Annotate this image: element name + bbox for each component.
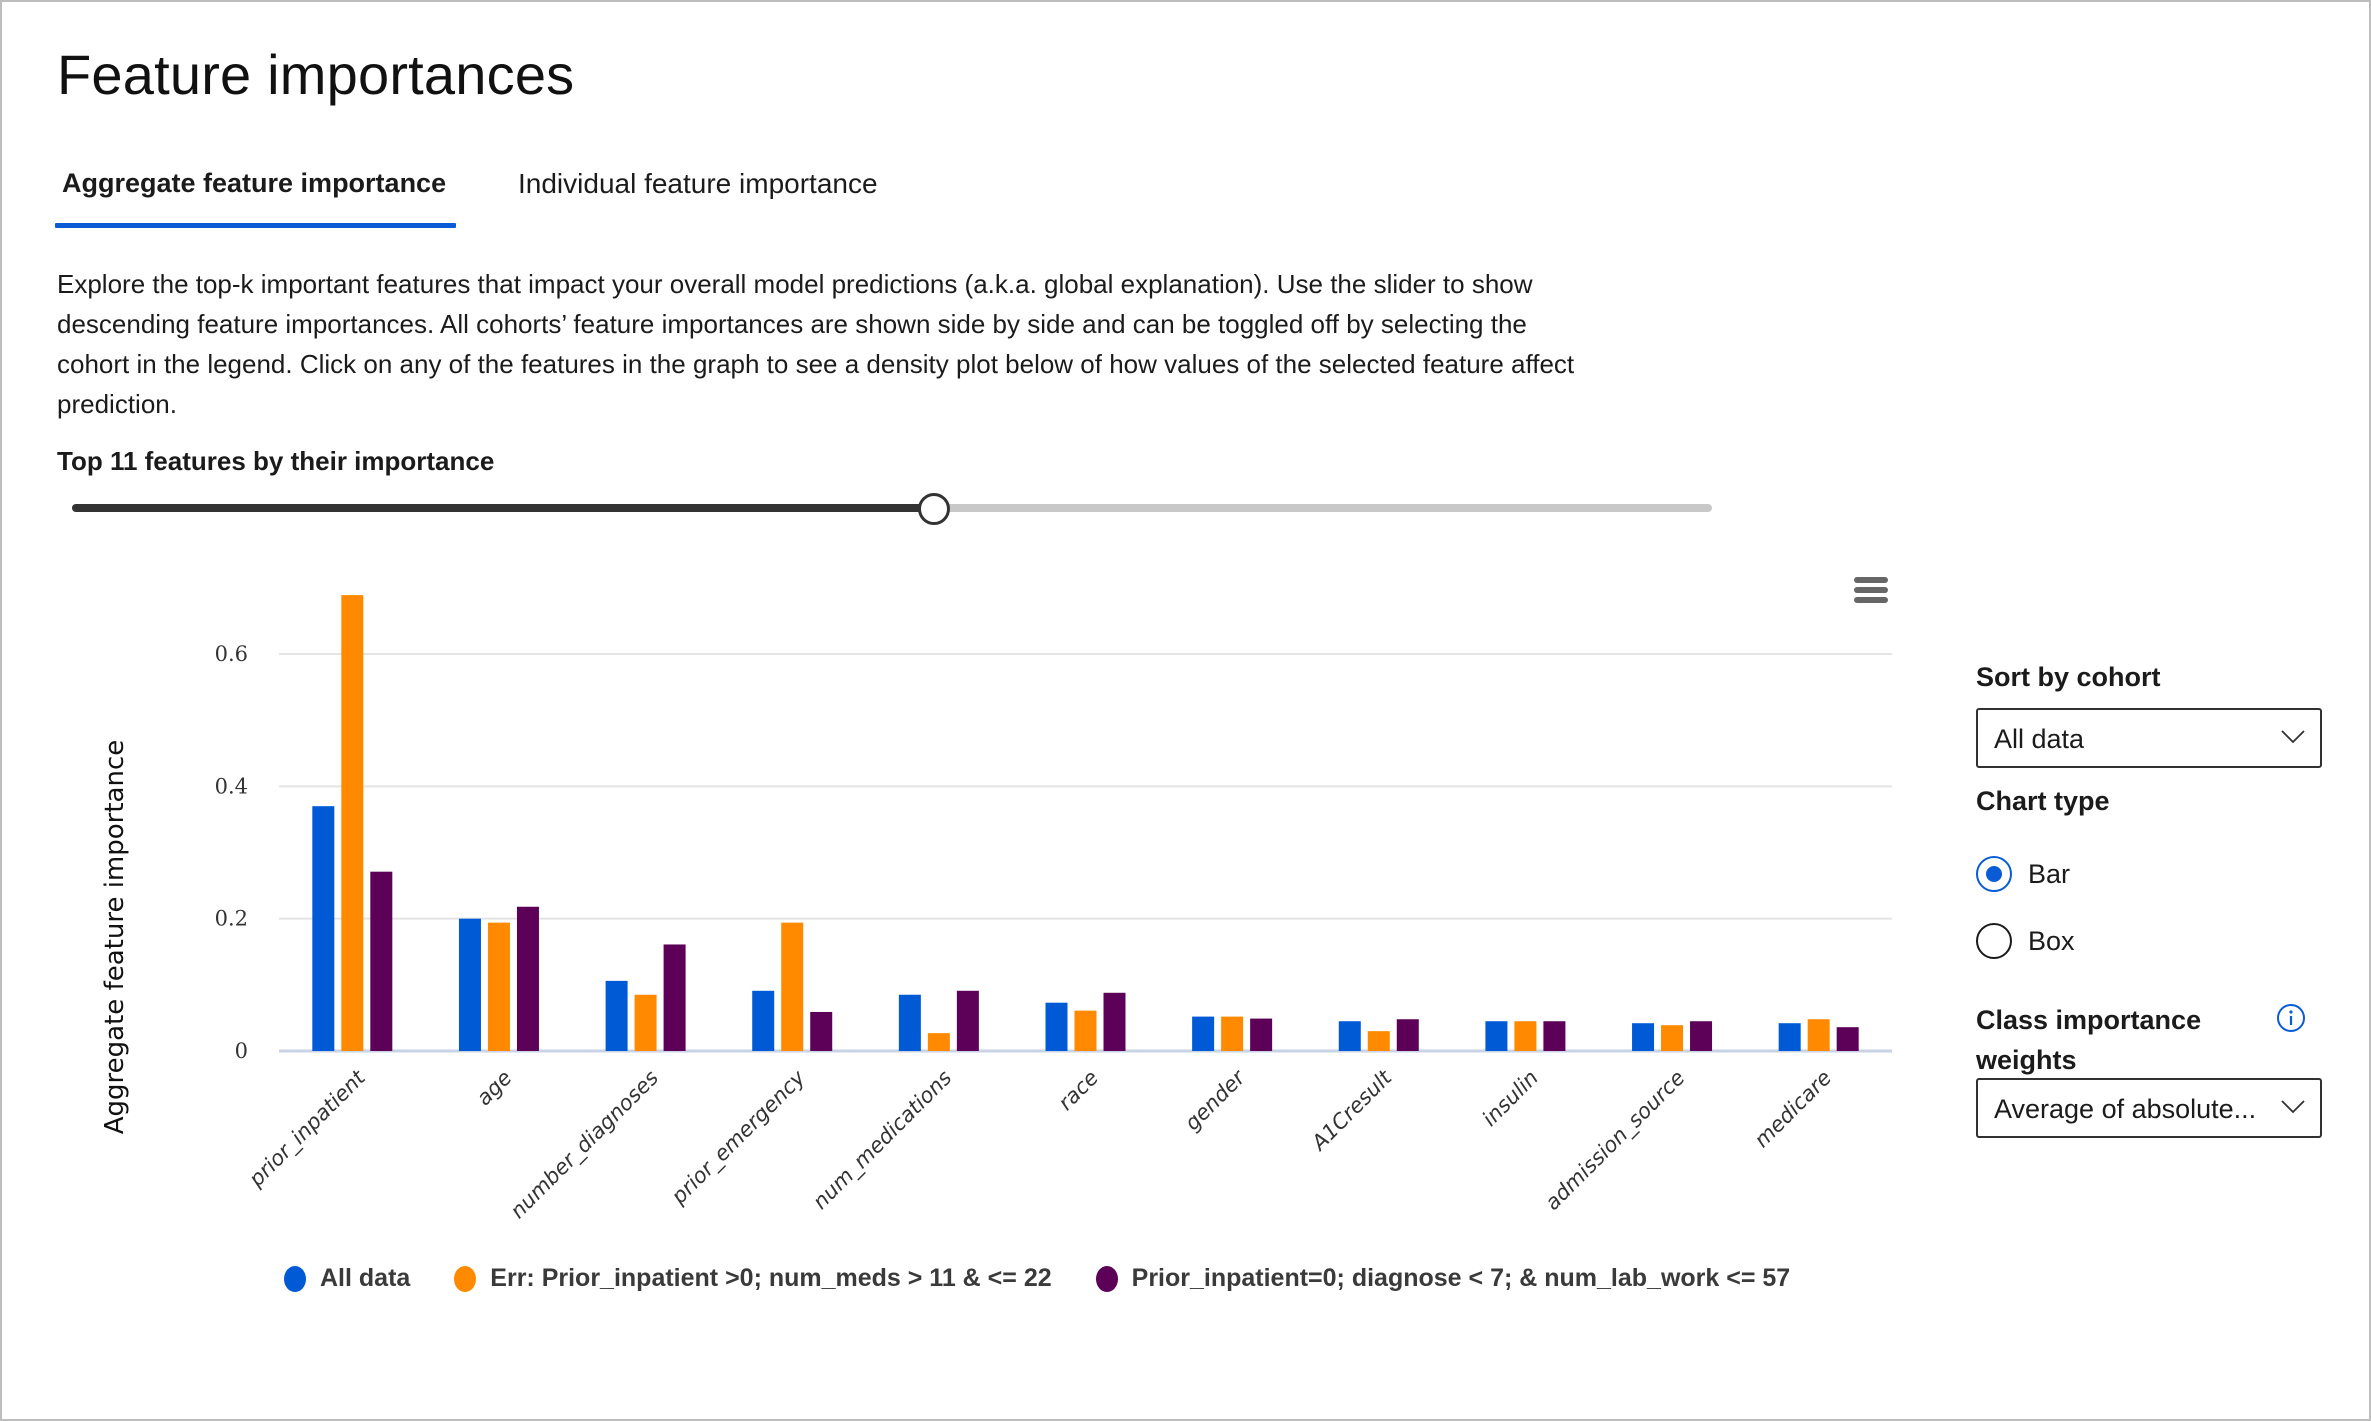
- hamburger-menu-icon[interactable]: [1854, 577, 1888, 607]
- tab-individual-feature-importance[interactable]: Individual feature importance: [518, 168, 878, 200]
- class-importance-weights-label: Class importance weights: [1976, 1005, 2202, 1075]
- class-importance-weights-dropdown[interactable]: Average of absolute...: [1976, 1078, 2322, 1138]
- bar-race-series-2[interactable]: [1103, 992, 1126, 1051]
- bars: [312, 595, 1859, 1051]
- bar-age-series-1[interactable]: [487, 922, 510, 1051]
- bar-num_medications-series-2[interactable]: [956, 990, 979, 1051]
- x-tick-label[interactable]: prior_inpatient: [244, 1065, 372, 1193]
- y-tick-label: 0.6: [215, 642, 248, 666]
- chevron-down-icon: [2281, 1100, 2305, 1114]
- x-tick-label[interactable]: num_medications: [808, 1066, 957, 1215]
- x-tick-label[interactable]: admission_source: [1540, 1066, 1690, 1216]
- radio-unchecked-icon: [1976, 923, 2012, 959]
- legend-label: All data: [320, 1264, 411, 1292]
- legend-dot-icon: [1095, 1265, 1118, 1292]
- y-tick-label: 0.4: [215, 774, 248, 798]
- bar-A1Cresult-series-2[interactable]: [1396, 1019, 1419, 1051]
- bar-age-series-0[interactable]: [458, 918, 481, 1051]
- bar-admission_source-series-1[interactable]: [1661, 1025, 1684, 1051]
- page-title: Feature importances: [57, 43, 575, 106]
- bar-insulin-series-1[interactable]: [1514, 1021, 1537, 1051]
- bar-gender-series-2[interactable]: [1250, 1018, 1273, 1051]
- bar-number_diagnoses-series-2[interactable]: [663, 944, 686, 1051]
- bar-prior_emergency-series-0[interactable]: [752, 990, 775, 1051]
- chart-type-label: Chart type: [1976, 786, 2110, 816]
- sort-by-cohort-dropdown[interactable]: All data: [1976, 708, 2322, 768]
- sort-by-cohort-label: Sort by cohort: [1976, 662, 2161, 692]
- bar-medicare-series-0[interactable]: [1778, 1023, 1801, 1051]
- bar-prior_inpatient-series-2[interactable]: [370, 871, 393, 1051]
- x-tick-label[interactable]: number_diagnoses: [506, 1066, 664, 1224]
- bar-race-series-1[interactable]: [1074, 1010, 1097, 1051]
- bar-medicare-series-2[interactable]: [1836, 1027, 1859, 1051]
- x-tick-labels: prior_inpatient agenumber_diagnoses prior_…: [244, 1065, 1837, 1224]
- legend-item-err-cohort[interactable]: Err: Prior_inpatient >0; num_meds > 11 &…: [454, 1264, 1052, 1293]
- legend-label: Err: Prior_inpatient >0; num_meds > 11 &…: [490, 1264, 1052, 1292]
- x-tick-label[interactable]: race: [1054, 1066, 1103, 1115]
- radio-checked-icon: [1976, 856, 2012, 892]
- legend-label: Prior_inpatient=0; diagnose < 7; & num_l…: [1131, 1264, 1791, 1292]
- bar-number_diagnoses-series-0[interactable]: [605, 980, 628, 1051]
- x-tick-label[interactable]: prior_emergency: [666, 1065, 811, 1210]
- legend-item-prior-inpatient-cohort[interactable]: Prior_inpatient=0; diagnose < 7; & num_l…: [1095, 1264, 1791, 1293]
- legend-item-all-data[interactable]: All data: [284, 1264, 410, 1293]
- bar-insulin-series-0[interactable]: [1485, 1021, 1508, 1051]
- info-icon[interactable]: [2276, 1003, 2306, 1033]
- bar-A1Cresult-series-1[interactable]: [1367, 1031, 1390, 1051]
- bar-admission_source-series-2[interactable]: [1690, 1021, 1713, 1051]
- bar-prior_inpatient-series-0[interactable]: [312, 806, 335, 1051]
- sort-by-cohort-value: All data: [1994, 724, 2085, 754]
- bar-gender-series-1[interactable]: [1221, 1016, 1244, 1051]
- bar-gender-series-0[interactable]: [1192, 1016, 1215, 1051]
- bar-admission_source-series-0[interactable]: [1632, 1023, 1655, 1051]
- bar-prior_emergency-series-2[interactable]: [810, 1011, 833, 1051]
- bar-race-series-0[interactable]: [1045, 1002, 1068, 1051]
- x-tick-label[interactable]: gender: [1180, 1065, 1251, 1136]
- y-tick-labels: 0 0.2 0.4 0.6: [215, 642, 248, 1063]
- bar-insulin-series-2[interactable]: [1543, 1021, 1566, 1051]
- tab-aggregate-feature-importance[interactable]: Aggregate feature importance: [62, 168, 446, 199]
- legend-dot-icon: [454, 1265, 477, 1292]
- bar-medicare-series-1[interactable]: [1807, 1019, 1830, 1051]
- slider-label: Top 11 features by their importance: [57, 446, 495, 476]
- radio-label: Bar: [2028, 859, 2071, 889]
- chart-legend: All data Err: Prior_inpatient >0; num_me…: [284, 1264, 1834, 1293]
- x-tick-label[interactable]: A1Cresult: [1306, 1065, 1397, 1156]
- x-tick-label[interactable]: insulin: [1478, 1066, 1543, 1131]
- x-tick-label[interactable]: age: [472, 1066, 517, 1111]
- chevron-down-icon: [2281, 730, 2305, 744]
- bar-A1Cresult-series-0[interactable]: [1338, 1021, 1361, 1051]
- bar-prior_emergency-series-1[interactable]: [781, 922, 804, 1051]
- bar-age-series-2[interactable]: [516, 906, 539, 1051]
- y-tick-label: 0.2: [215, 907, 248, 931]
- x-tick-label[interactable]: medicare: [1750, 1066, 1837, 1153]
- bar-num_medications-series-0[interactable]: [898, 994, 921, 1051]
- class-importance-weights-value: Average of absolute...: [1994, 1094, 2257, 1124]
- bar-prior_inpatient-series-1[interactable]: [341, 595, 364, 1051]
- top-k-slider-fill[interactable]: [72, 504, 933, 512]
- legend-dot-icon: [284, 1265, 306, 1292]
- description-text: Explore the top-k important features tha…: [57, 269, 1575, 419]
- bar-number_diagnoses-series-1[interactable]: [634, 994, 657, 1051]
- y-tick-label: 0: [235, 1039, 248, 1063]
- feature-importance-chart: 0 0.2 0.4 0.6 prior_inpatient agenumber_diag…: [100, 595, 1892, 1224]
- selected-tab-indicator: [55, 223, 456, 228]
- radio-label: Box: [2028, 926, 2075, 956]
- top-k-slider-thumb[interactable]: [918, 493, 950, 525]
- bar-num_medications-series-1[interactable]: [927, 1033, 950, 1051]
- y-axis-title: Aggregate feature importance: [100, 740, 130, 1134]
